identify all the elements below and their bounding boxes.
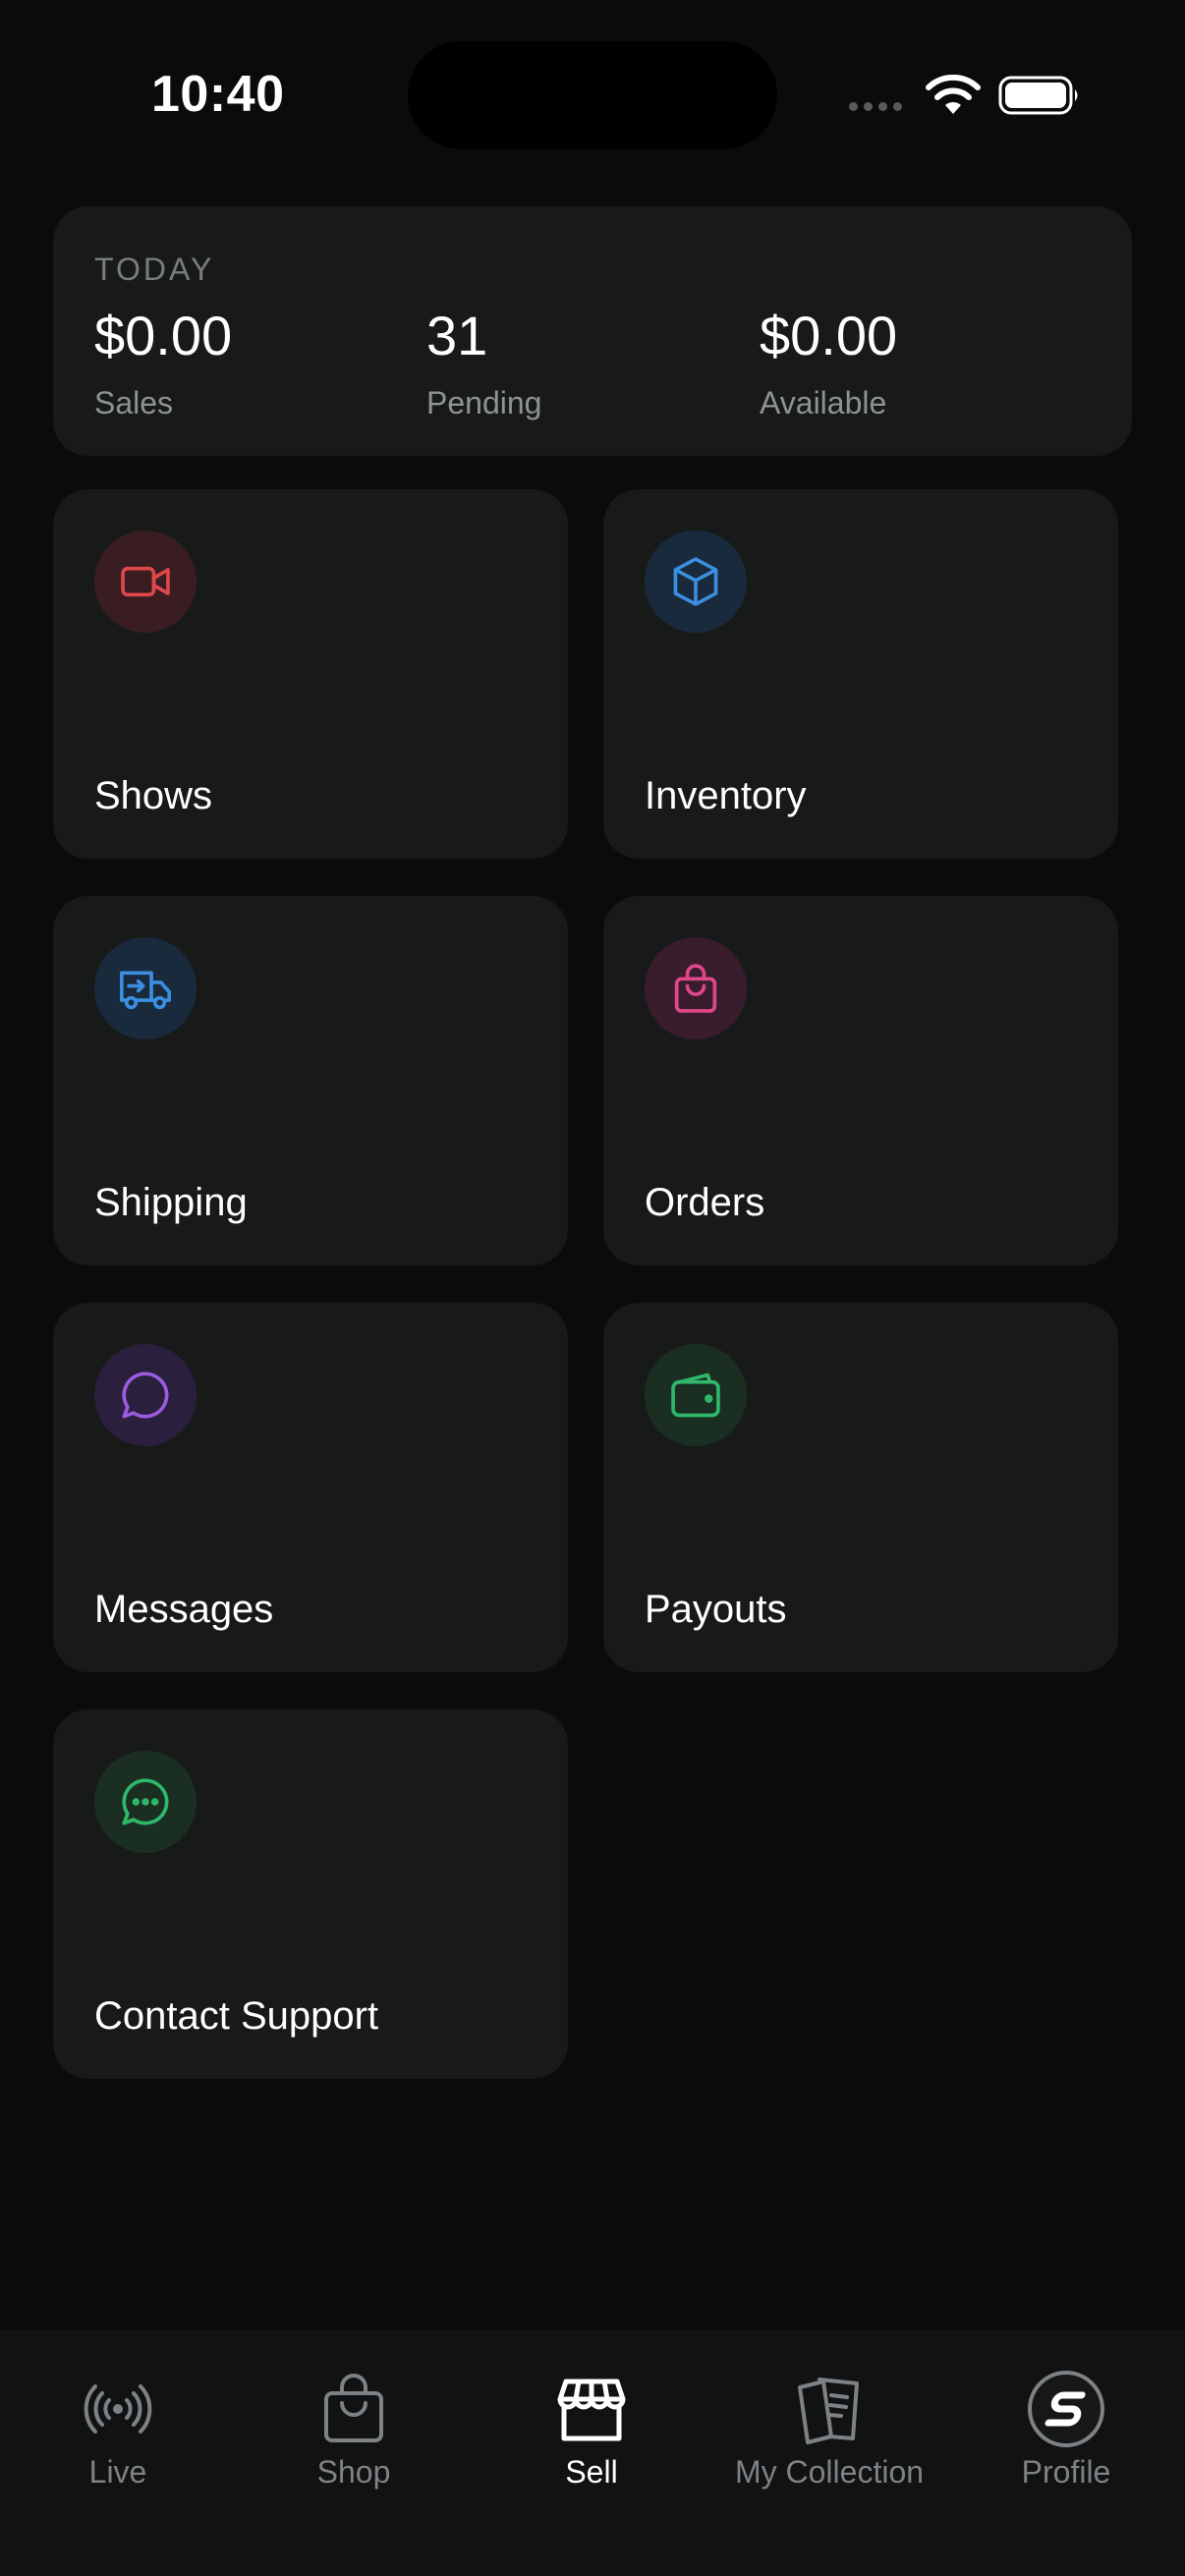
tile-contact-support[interactable]: Contact Support xyxy=(53,1709,568,2079)
box-icon xyxy=(645,531,747,633)
tile-inventory[interactable]: Inventory xyxy=(603,489,1118,859)
tab-shop[interactable]: Shop xyxy=(236,2368,472,2515)
truck-icon xyxy=(94,937,197,1039)
nav-label: Shop xyxy=(316,2454,391,2490)
tile-label: Shipping xyxy=(94,1181,248,1224)
pending-value: 31 xyxy=(426,305,488,366)
tab-live[interactable]: Live xyxy=(0,2368,236,2515)
tile-orders[interactable]: Orders xyxy=(603,896,1118,1265)
cellular-signal-icon xyxy=(849,102,902,111)
tile-shipping[interactable]: Shipping xyxy=(53,896,568,1265)
tile-label: Inventory xyxy=(645,774,807,817)
tile-label: Payouts xyxy=(645,1588,787,1631)
battery-icon xyxy=(998,76,1078,115)
tile-messages[interactable]: Messages xyxy=(53,1303,568,1672)
broadcast-icon xyxy=(84,2384,152,2434)
tile-label: Messages xyxy=(94,1588,274,1631)
cards-icon xyxy=(798,2378,859,2444)
video-camera-icon xyxy=(94,531,197,633)
tile-shows[interactable]: Shows xyxy=(53,489,568,859)
wifi-icon xyxy=(926,75,981,114)
tab-sell[interactable]: Sell xyxy=(474,2368,709,2515)
storefront-icon xyxy=(557,2379,626,2441)
nav-label: Live xyxy=(88,2454,147,2490)
tab-my-collection[interactable]: My Collection xyxy=(711,2368,947,2515)
today-summary-card: TODAY $0.00 Sales 31 Pending $0.00 Avail… xyxy=(53,206,1132,456)
sell-dashboard-screen: 10:40 TODAY $0.00 Sales 31 Pending $0.00… xyxy=(0,0,1185,2576)
status-time: 10:40 xyxy=(151,66,285,123)
tile-payouts[interactable]: Payouts xyxy=(603,1303,1118,1672)
sales-label: Sales xyxy=(94,385,174,420)
wallet-icon xyxy=(645,1344,747,1446)
tile-label: Orders xyxy=(645,1181,765,1224)
pending-stat: 31 Pending xyxy=(426,308,541,421)
sales-value: $0.00 xyxy=(94,305,233,366)
shop-bag-icon xyxy=(324,2374,383,2442)
pending-label: Pending xyxy=(426,385,542,420)
available-stat: $0.00 Available xyxy=(760,308,897,421)
sales-stat: $0.00 Sales xyxy=(94,308,232,421)
today-label: TODAY xyxy=(94,252,215,287)
profile-logo-icon xyxy=(1028,2371,1104,2447)
bottom-tab-bar: Live Shop Sell My Collection Profile xyxy=(0,2330,1185,2576)
shopping-bag-icon xyxy=(645,937,747,1039)
nav-label: Sell xyxy=(565,2454,618,2490)
nav-label: My Collection xyxy=(734,2454,925,2490)
tab-profile[interactable]: Profile xyxy=(948,2368,1184,2515)
dynamic-island xyxy=(408,41,777,149)
available-label: Available xyxy=(760,385,887,420)
tile-label: Contact Support xyxy=(94,1994,379,2038)
tile-label: Shows xyxy=(94,774,213,817)
chat-bubble-icon xyxy=(94,1344,197,1446)
available-value: $0.00 xyxy=(760,305,898,366)
nav-label: Profile xyxy=(1021,2454,1111,2490)
support-chat-icon xyxy=(94,1751,197,1853)
